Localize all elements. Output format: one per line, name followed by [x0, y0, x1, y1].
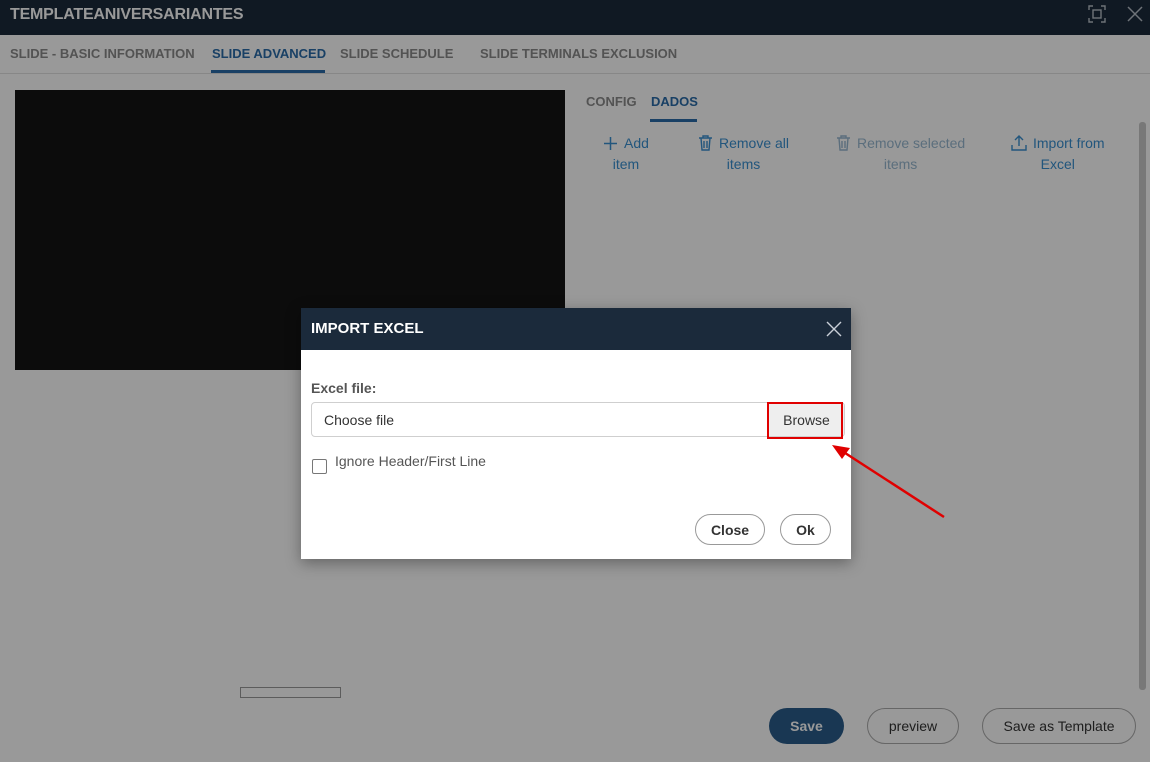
dialog-title: IMPORT EXCEL: [311, 320, 424, 337]
annotation-arrow: [832, 445, 945, 519]
excel-file-label: Excel file:: [311, 380, 377, 396]
excel-file-input[interactable]: Choose file Browse: [311, 402, 845, 437]
ignore-header-label: Ignore Header/First Line: [335, 453, 486, 469]
ignore-header-checkbox[interactable]: [312, 459, 327, 474]
close-button[interactable]: Close: [695, 514, 765, 545]
close-icon[interactable]: [825, 320, 843, 338]
browse-highlight-box: [767, 402, 843, 439]
import-excel-dialog: IMPORT EXCEL Excel file: Choose file Bro…: [301, 308, 851, 559]
dialog-header: IMPORT EXCEL: [301, 308, 851, 350]
file-input-placeholder: Choose file: [324, 412, 395, 428]
